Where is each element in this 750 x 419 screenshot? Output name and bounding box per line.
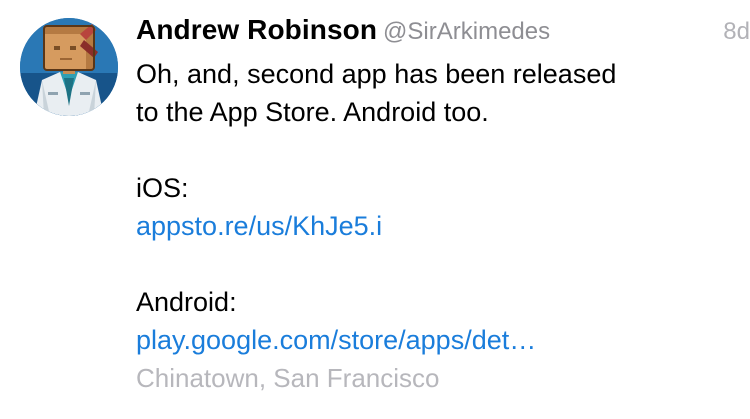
ios-label: iOS: bbox=[136, 173, 189, 203]
tweet-content: Andrew Robinson @SirArkimedes 8d Oh, and,… bbox=[136, 14, 750, 395]
avatar-illustration bbox=[20, 18, 118, 116]
tweet-cell[interactable]: Andrew Robinson @SirArkimedes 8d Oh, and,… bbox=[0, 0, 750, 419]
ios-app-link[interactable]: appsto.re/us/KhJe5.i bbox=[136, 207, 736, 245]
avatar[interactable] bbox=[20, 18, 118, 116]
tweet-location[interactable]: Chinatown, San Francisco bbox=[136, 361, 736, 395]
author-handle[interactable]: @SirArkimedes bbox=[383, 18, 550, 45]
tweet-timestamp: 8d bbox=[723, 18, 750, 45]
tweet-text: Oh, and, second app has been released to… bbox=[136, 55, 736, 359]
android-label: Android: bbox=[136, 287, 237, 317]
tweet-text-line: to the App Store. Android too. bbox=[136, 97, 489, 127]
tweet-text-line: Oh, and, second app has been released bbox=[136, 59, 617, 89]
author-name[interactable]: Andrew Robinson bbox=[136, 14, 377, 45]
android-app-link[interactable]: play.google.com/store/apps/det… bbox=[136, 321, 736, 359]
tweet-header: Andrew Robinson @SirArkimedes 8d bbox=[136, 14, 750, 54]
